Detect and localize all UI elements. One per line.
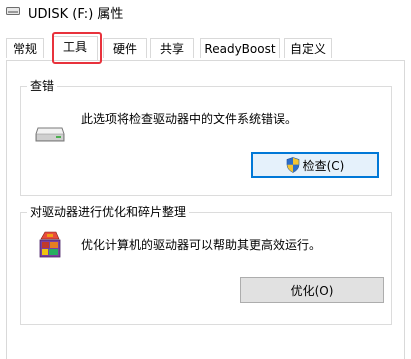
error-check-group: 查错 此选项将检查驱动器中的文件系统错误。 检查(C) bbox=[20, 78, 392, 196]
tab-customize[interactable]: 自定义 bbox=[284, 38, 332, 58]
tab-label: ReadyBoost bbox=[204, 42, 276, 56]
tools-panel: 查错 此选项将检查驱动器中的文件系统错误。 检查(C) 对驱动器进行优化和碎片整… bbox=[6, 60, 405, 359]
tab-label: 常规 bbox=[12, 42, 37, 56]
tab-readyboost[interactable]: ReadyBoost bbox=[200, 38, 280, 58]
error-check-title: 查错 bbox=[27, 78, 58, 94]
check-button[interactable]: 检查(C) bbox=[251, 152, 379, 178]
title-bar: UDISK (F:) 属性 bbox=[0, 0, 411, 30]
uac-shield-icon bbox=[286, 157, 299, 173]
optimize-button[interactable]: 优化(O) bbox=[240, 277, 384, 303]
window-title: UDISK (F:) 属性 bbox=[28, 7, 124, 22]
tab-label: 自定义 bbox=[289, 42, 326, 56]
optimize-description: 优化计算机的驱动器可以帮助其更高效运行。 bbox=[81, 238, 322, 252]
drive-icon bbox=[35, 127, 65, 142]
defrag-icon bbox=[39, 231, 61, 258]
tab-sharing[interactable]: 共享 bbox=[150, 38, 194, 58]
tab-label: 硬件 bbox=[112, 42, 137, 56]
optimize-group: 对驱动器进行优化和碎片整理 优化计算机的驱动器可以帮助其更高效运行。 优化(O) bbox=[20, 204, 392, 325]
properties-window: UDISK (F:) 属性 常规 工具 硬件 共享 ReadyBoost 自定义… bbox=[0, 0, 411, 359]
selected-tab-highlight bbox=[52, 32, 102, 64]
tab-general[interactable]: 常规 bbox=[6, 38, 44, 58]
optimize-title: 对驱动器进行优化和碎片整理 bbox=[27, 204, 190, 220]
optimize-button-label: 优化(O) bbox=[290, 283, 334, 298]
tab-hardware[interactable]: 硬件 bbox=[103, 38, 147, 58]
drive-icon bbox=[6, 7, 20, 15]
tab-label: 共享 bbox=[159, 42, 184, 56]
error-check-description: 此选项将检查驱动器中的文件系统错误。 bbox=[81, 112, 298, 126]
check-button-label: 检查(C) bbox=[302, 158, 345, 173]
